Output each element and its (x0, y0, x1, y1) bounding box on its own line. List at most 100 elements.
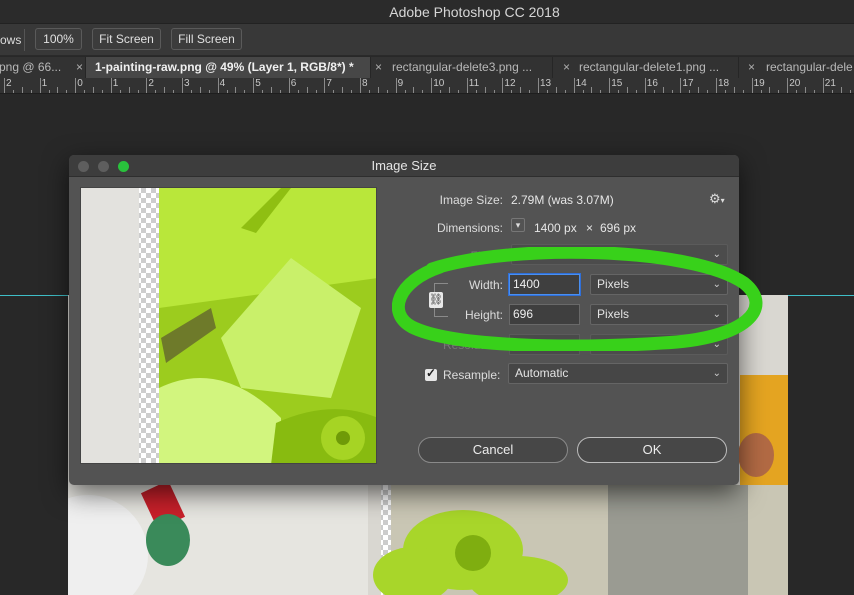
close-icon[interactable]: × (563, 57, 570, 77)
ruler-minor-tick (796, 90, 798, 93)
ruler-minor-tick (440, 90, 442, 93)
ruler-minor-tick (760, 90, 762, 93)
zoom-window-button[interactable] (118, 161, 129, 172)
tab-label: png @ 66... (0, 60, 62, 74)
ruler-label: 1 (41, 78, 48, 89)
tab-document-5[interactable]: × rectangular-dele (739, 57, 854, 78)
ruler-minor-tick (733, 87, 735, 93)
ruler-minor-tick (21, 87, 23, 93)
ruler-label: 14 (575, 78, 587, 89)
minimize-window-button[interactable] (98, 161, 109, 172)
ruler-label: 9 (397, 78, 404, 89)
ruler-major-tick (4, 78, 5, 93)
tab-document-4[interactable]: × rectangular-delete1.png ... (553, 57, 739, 78)
ruler-minor-tick (351, 90, 353, 93)
resample-select[interactable]: Automatic ⌄ (508, 363, 728, 384)
ruler-major-tick (680, 78, 682, 93)
chevron-down-icon[interactable]: ▾ (511, 218, 525, 232)
gear-icon[interactable]: ⚙▾ (709, 191, 725, 207)
ruler-minor-tick (831, 90, 833, 93)
resolution-input[interactable]: 72 (509, 334, 580, 355)
ruler-minor-tick (297, 90, 299, 93)
ruler-minor-tick (778, 90, 780, 93)
ruler-minor-tick (279, 90, 281, 93)
dimensions-times: × (586, 221, 594, 235)
dimensions-width: 1400 px (534, 221, 577, 235)
tab-document-3[interactable]: × rectangular-delete3.png ... (371, 57, 553, 78)
ruler-minor-tick (475, 90, 477, 93)
tab-label: rectangular-dele (766, 60, 853, 74)
ruler-minor-tick (529, 90, 531, 93)
ruler-minor-tick (93, 87, 94, 93)
ruler-minor-tick (805, 87, 806, 93)
cancel-button[interactable]: Cancel (418, 437, 568, 463)
ruler-major-tick (110, 78, 112, 93)
width-unit-select[interactable]: Pixels ⌄ (590, 274, 728, 295)
ruler-major-tick (288, 78, 290, 93)
ruler-major-tick (217, 78, 219, 93)
ruler-label: 12 (504, 78, 516, 89)
ruler-minor-tick (199, 87, 201, 93)
resample-label: Resample: (443, 368, 501, 382)
ruler-minor-tick (671, 90, 673, 93)
ruler-major-tick (395, 78, 397, 93)
close-icon[interactable]: × (375, 57, 382, 77)
ruler-minor-tick (813, 90, 815, 93)
ruler-minor-tick (457, 90, 459, 93)
ruler-minor-tick (840, 87, 842, 93)
ruler-minor-tick (190, 90, 192, 93)
image-size-dialog[interactable]: Image Size Image Size: 2.79M (was 3.07M)… (69, 155, 739, 485)
horizontal-ruler[interactable]: 2 1 0 1 2 3 4 5 6 7 8 9 10 11 12 13 14 15 16 17 18 19 20 21 (0, 78, 854, 94)
ruler-minor-tick (119, 90, 121, 93)
constrain-proportions-link-icon[interactable]: ⛓ (429, 292, 443, 308)
width-input[interactable]: 1400 (509, 274, 580, 295)
ruler-minor-tick (164, 87, 166, 93)
app-title-bar: Adobe Photoshop CC 2018 (0, 0, 854, 24)
ruler-major-tick (751, 78, 753, 93)
ruler-label: 10 (433, 78, 445, 89)
ruler-label: 19 (753, 78, 765, 89)
ruler-minor-tick (422, 90, 424, 93)
tab-document-1[interactable]: png @ 66... × (0, 57, 86, 78)
zoom-100-button[interactable]: 100% (35, 28, 82, 50)
height-unit-value: Pixels (597, 307, 630, 321)
ruler-label: 13 (540, 78, 552, 89)
resolution-unit-select[interactable]: Pixels/Inch ⌄ (590, 334, 728, 355)
ruler-minor-tick (48, 90, 50, 93)
fit-to-select[interactable]: ⌄ (511, 244, 728, 265)
tab-document-active[interactable]: 1-painting-raw.png @ 49% (Layer 1, RGB/8… (86, 57, 371, 78)
fit-screen-button[interactable]: Fit Screen (92, 28, 161, 50)
width-label: Width: (468, 278, 503, 292)
ruler-major-tick (609, 78, 611, 93)
ruler-major-tick (182, 78, 183, 93)
fill-screen-button[interactable]: Fill Screen (171, 28, 242, 50)
close-window-button[interactable] (78, 161, 89, 172)
ruler-label: 2 (148, 78, 154, 89)
resample-value: Automatic (515, 366, 569, 380)
image-preview[interactable] (80, 187, 377, 464)
ruler-minor-tick (742, 90, 744, 93)
ruler-label: 15 (611, 78, 623, 89)
ruler-label: 2 (6, 78, 12, 89)
height-unit-select[interactable]: Pixels ⌄ (590, 304, 728, 325)
ruler-minor-tick (137, 90, 139, 93)
close-icon[interactable]: × (748, 57, 755, 77)
height-input[interactable]: 696 (509, 304, 580, 325)
ok-button[interactable]: OK (577, 437, 727, 463)
ruler-minor-tick (449, 87, 450, 93)
app-title: Adobe Photoshop CC 2018 (389, 4, 560, 20)
ruler-major-tick (466, 78, 468, 93)
width-unit-value: Pixels (597, 277, 630, 291)
ruler-minor-tick (600, 90, 602, 93)
image-size-value: 2.79M (was 3.07M) (511, 193, 614, 207)
resample-checkbox[interactable]: ✓ (425, 366, 437, 381)
ruler-label: 5 (255, 78, 261, 89)
ruler-minor-tick (689, 90, 691, 93)
ruler-label: 11 (468, 78, 480, 89)
ruler-major-tick (253, 78, 255, 93)
close-icon[interactable]: × (76, 57, 83, 77)
resolution-label: Resolution: (442, 338, 503, 352)
ruler-minor-tick (849, 90, 851, 93)
ruler-major-tick (360, 78, 361, 93)
ruler-minor-tick (66, 90, 68, 93)
